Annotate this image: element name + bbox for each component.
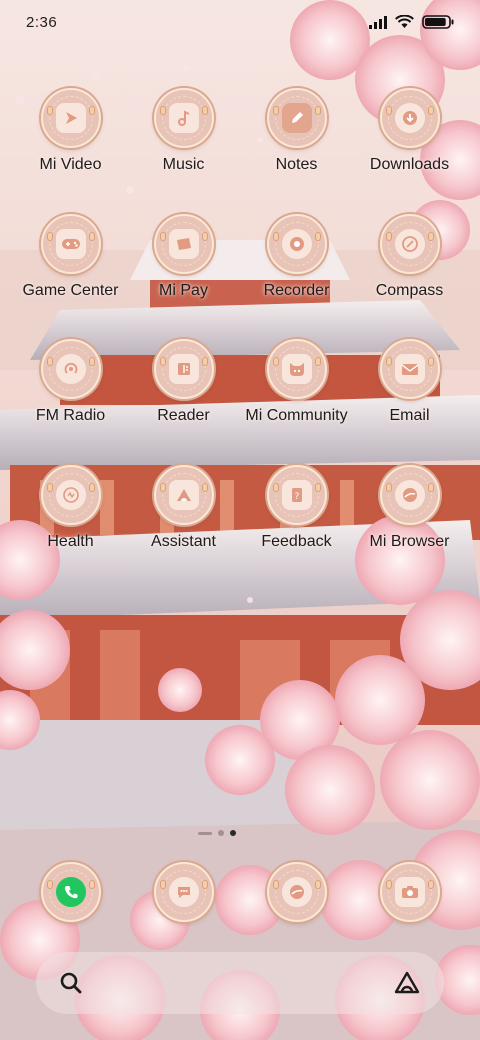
app-label: Assistant bbox=[151, 532, 216, 550]
app-icon-frame[interactable]: ? bbox=[266, 464, 327, 525]
app-icon-frame[interactable] bbox=[379, 213, 440, 274]
app-mi-video[interactable]: Mi Video bbox=[14, 88, 127, 214]
app-icon-frame[interactable] bbox=[153, 88, 214, 148]
dock-browser[interactable] bbox=[266, 862, 327, 922]
app-icon-frame[interactable] bbox=[40, 213, 101, 274]
app-mi-pay[interactable]: Mi Pay bbox=[127, 213, 240, 340]
app-reader[interactable]: Reader bbox=[127, 339, 240, 465]
app-icon-frame[interactable] bbox=[266, 339, 327, 399]
card-icon bbox=[168, 228, 199, 259]
search-icon[interactable] bbox=[58, 970, 84, 996]
phone-icon bbox=[55, 877, 86, 907]
app-mi-browser[interactable]: Mi Browser bbox=[353, 464, 466, 591]
page-indicator[interactable] bbox=[198, 830, 236, 836]
app-icon-frame[interactable] bbox=[40, 464, 101, 525]
compass-icon bbox=[394, 228, 425, 259]
app-icon-frame[interactable] bbox=[379, 464, 440, 525]
app-label: Email bbox=[389, 407, 430, 424]
browser-icon bbox=[281, 877, 312, 907]
app-notes[interactable]: Notes bbox=[240, 88, 353, 214]
assistant-icon[interactable] bbox=[392, 970, 422, 996]
app-recorder[interactable]: Recorder bbox=[240, 213, 353, 340]
dock-messages[interactable] bbox=[153, 862, 214, 922]
battery-icon bbox=[422, 15, 454, 29]
app-icon-frame[interactable] bbox=[153, 213, 214, 274]
camera-icon bbox=[394, 877, 425, 907]
app-health[interactable]: Health bbox=[14, 464, 127, 591]
health-icon bbox=[55, 479, 86, 510]
app-label: Mi Community bbox=[245, 407, 348, 424]
envelope-icon bbox=[394, 354, 425, 384]
app-label: Compass bbox=[375, 281, 444, 299]
app-downloads[interactable]: Downloads bbox=[353, 88, 466, 214]
app-feedback[interactable]: ? Feedback bbox=[240, 464, 353, 591]
app-label: Recorder bbox=[263, 281, 330, 299]
app-game-center[interactable]: Game Center bbox=[14, 213, 127, 340]
dock-phone[interactable] bbox=[40, 862, 101, 922]
record-icon bbox=[281, 228, 312, 259]
app-label: Notes bbox=[275, 156, 318, 173]
gamepad-icon bbox=[55, 228, 86, 259]
book-icon bbox=[168, 354, 199, 384]
app-label: Mi Browser bbox=[369, 532, 450, 550]
app-icon-frame[interactable] bbox=[40, 88, 101, 148]
app-grid: Mi Video Music Notes Downloads Game Cent… bbox=[14, 88, 466, 590]
community-icon bbox=[281, 354, 312, 384]
status-time: 2:36 bbox=[26, 13, 58, 31]
page-dot-2-active[interactable] bbox=[230, 830, 236, 836]
radio-icon bbox=[55, 354, 86, 384]
download-icon bbox=[394, 103, 425, 133]
app-icon-frame[interactable] bbox=[379, 88, 440, 148]
app-label: FM Radio bbox=[35, 407, 106, 424]
app-label: Mi Pay bbox=[159, 281, 208, 299]
app-fm-radio[interactable]: FM Radio bbox=[14, 339, 127, 465]
app-compass[interactable]: Compass bbox=[353, 213, 466, 340]
pencil-icon bbox=[281, 103, 312, 133]
play-icon bbox=[55, 103, 86, 133]
feedback-icon: ? bbox=[281, 479, 312, 510]
app-label: Health bbox=[47, 532, 94, 550]
page-indicator-dash bbox=[198, 831, 212, 835]
app-icon-frame[interactable] bbox=[266, 213, 327, 274]
app-label: Downloads bbox=[369, 156, 450, 173]
app-icon-frame[interactable] bbox=[266, 88, 327, 148]
app-mi-community[interactable]: Mi Community bbox=[240, 339, 353, 465]
signal-icon bbox=[369, 15, 387, 29]
dock bbox=[14, 862, 466, 926]
app-label: Feedback bbox=[261, 532, 332, 550]
app-icon-frame[interactable] bbox=[379, 339, 440, 399]
status-icons bbox=[369, 15, 454, 29]
search-bar[interactable] bbox=[36, 952, 444, 1014]
browser-icon bbox=[394, 479, 425, 510]
wifi-icon bbox=[395, 15, 414, 28]
status-bar: 2:36 bbox=[0, 0, 480, 44]
message-icon bbox=[168, 877, 199, 907]
app-icon-frame[interactable] bbox=[153, 464, 214, 525]
app-icon-frame[interactable] bbox=[153, 339, 214, 399]
dock-camera[interactable] bbox=[379, 862, 440, 922]
app-music[interactable]: Music bbox=[127, 88, 240, 214]
music-note-icon bbox=[168, 103, 199, 133]
app-label: Game Center bbox=[22, 281, 119, 299]
page-dot-1[interactable] bbox=[218, 830, 224, 836]
app-label: Music bbox=[162, 156, 205, 173]
app-email[interactable]: Email bbox=[353, 339, 466, 465]
app-label: Mi Video bbox=[39, 156, 102, 173]
app-label: Reader bbox=[157, 407, 210, 424]
app-assistant[interactable]: Assistant bbox=[127, 464, 240, 591]
app-icon-frame[interactable] bbox=[40, 339, 101, 399]
assistant-icon bbox=[168, 479, 199, 510]
svg-text:?: ? bbox=[294, 492, 299, 502]
